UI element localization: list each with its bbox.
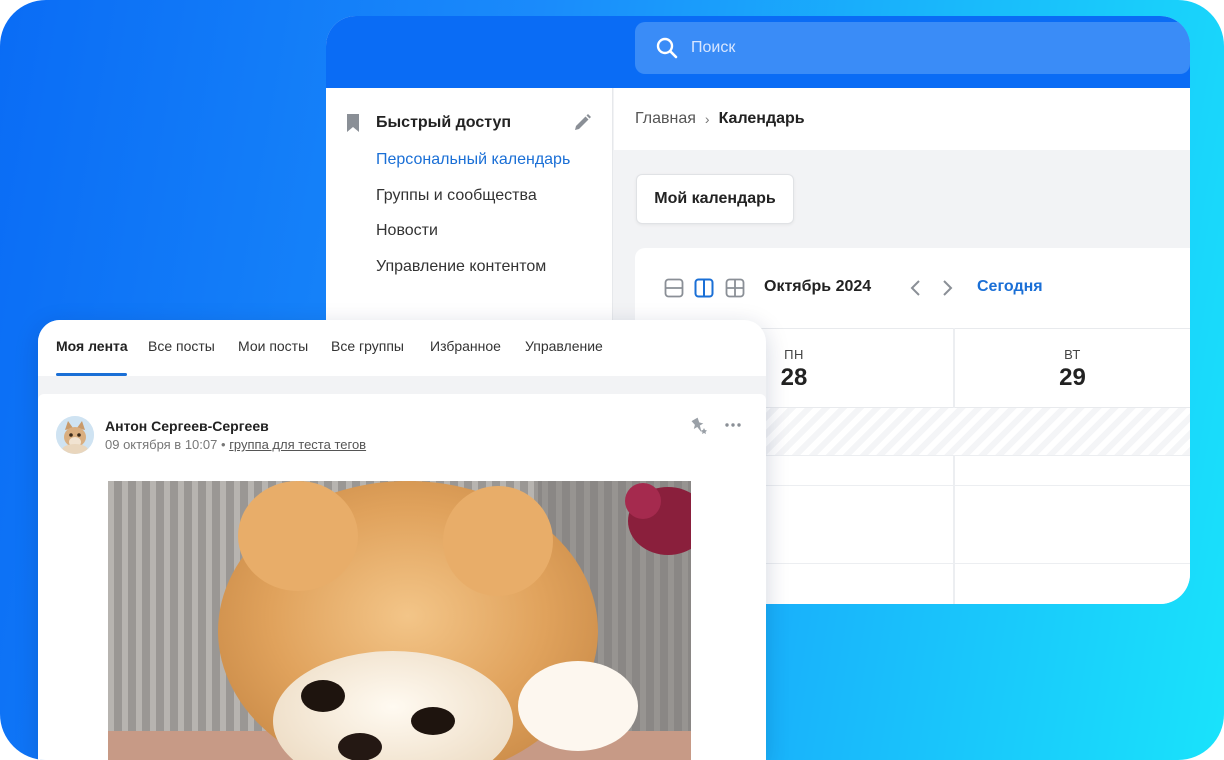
pin-icon[interactable] xyxy=(689,416,709,436)
breadcrumb-home[interactable]: Главная xyxy=(635,110,696,128)
active-tab-indicator xyxy=(56,373,127,376)
search-input[interactable] xyxy=(691,39,1091,57)
quick-access-title: Быстрый доступ xyxy=(376,114,512,131)
breadcrumb-separator: › xyxy=(704,111,710,127)
day-number: 29 xyxy=(1059,364,1086,391)
post-card: Антон Сергеев-Сергеев 09 октября в 10:07… xyxy=(38,394,766,760)
pencil-icon[interactable] xyxy=(572,113,592,133)
sidebar-item-content-management[interactable]: Управление контентом xyxy=(376,255,570,291)
quick-access-list: Персональный календарь Группы и сообщест… xyxy=(376,148,570,290)
month-view-icon[interactable] xyxy=(725,278,745,298)
day-column-header[interactable]: ВТ 29 xyxy=(955,328,1190,408)
top-bar xyxy=(326,16,1190,88)
search-icon xyxy=(656,37,678,59)
my-calendar-button[interactable]: Мой календарь xyxy=(636,174,794,224)
tab-all-groups[interactable]: Все группы xyxy=(331,338,404,354)
pomeranian-puppy-photo xyxy=(108,481,691,760)
avatar[interactable] xyxy=(56,416,94,454)
post-image[interactable] xyxy=(108,481,691,760)
search-box[interactable] xyxy=(635,22,1190,74)
day-of-week: ВТ xyxy=(1064,347,1081,362)
tab-all-posts[interactable]: Все посты xyxy=(148,338,215,354)
feed-window: Моя лента Все посты Мои посты Все группы… xyxy=(38,320,766,760)
tab-favorites[interactable]: Избранное xyxy=(430,338,501,354)
bookmark-icon xyxy=(347,114,359,132)
breadcrumb-current: Календарь xyxy=(718,110,805,127)
sidebar-item-personal-calendar[interactable]: Персональный календарь xyxy=(376,148,570,184)
chevron-right-icon[interactable] xyxy=(940,278,954,298)
tab-management[interactable]: Управление xyxy=(525,338,603,354)
post-date: 09 октября в 10:07 xyxy=(105,437,218,452)
kitten-avatar-icon xyxy=(56,416,94,454)
today-button[interactable]: Сегодня xyxy=(977,278,1043,296)
feed-tabs: Моя лента Все посты Мои посты Все группы… xyxy=(38,320,766,376)
calendar-toolbar: Октябрь 2024 Сегодня xyxy=(635,248,1190,328)
post-meta: 09 октября в 10:07 • группа для теста те… xyxy=(105,437,366,452)
day-view-icon[interactable] xyxy=(664,278,684,298)
month-label: Октябрь 2024 xyxy=(764,278,872,295)
tab-my-feed[interactable]: Моя лента xyxy=(56,338,128,354)
more-icon[interactable] xyxy=(724,422,742,428)
post-group-link[interactable]: группа для теста тегов xyxy=(229,437,366,452)
post-author[interactable]: Антон Сергеев-Сергеев xyxy=(105,418,269,434)
sidebar-item-groups[interactable]: Группы и сообщества xyxy=(376,184,570,220)
sidebar-item-news[interactable]: Новости xyxy=(376,219,570,255)
week-view-icon[interactable] xyxy=(694,278,714,298)
chevron-left-icon[interactable] xyxy=(909,278,923,298)
meta-bullet: • xyxy=(221,437,226,452)
promo-background: Быстрый доступ Персональный календарь Гр… xyxy=(0,0,1224,760)
breadcrumb: Главная › Календарь xyxy=(614,88,1190,150)
tab-my-posts[interactable]: Мои посты xyxy=(238,338,308,354)
quick-access-header: Быстрый доступ xyxy=(346,113,592,133)
